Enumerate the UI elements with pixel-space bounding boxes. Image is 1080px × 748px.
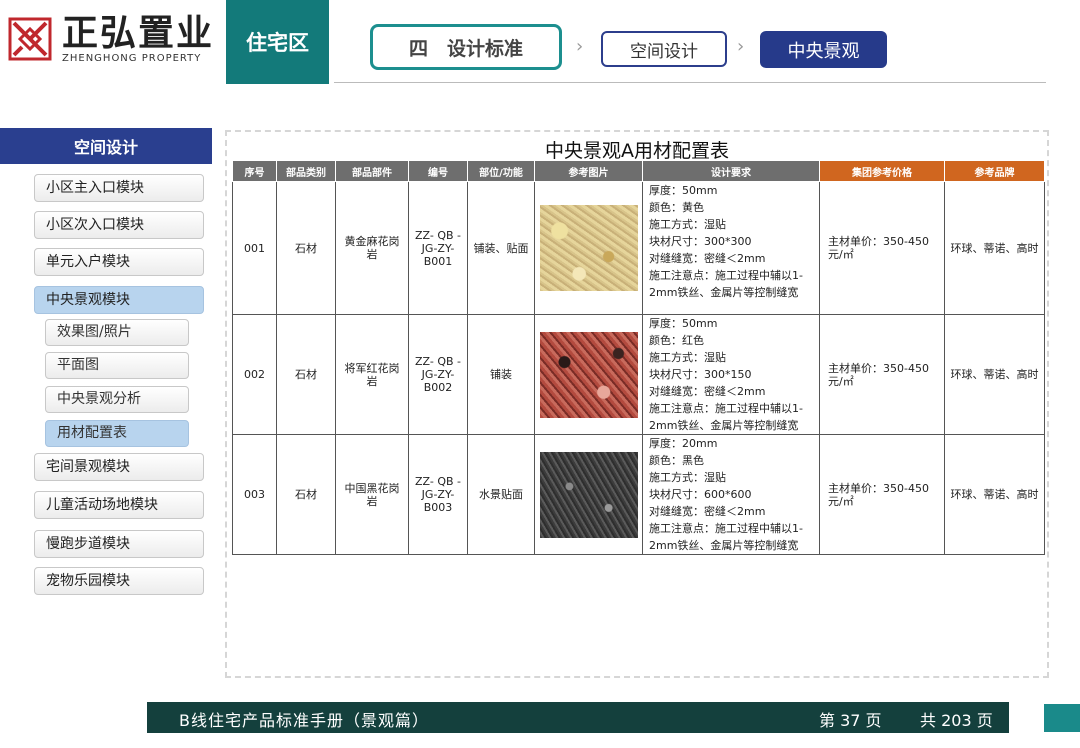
cell-brand: 环球、蒂诺、高时 <box>944 314 1045 435</box>
col-header-price: 集团参考价格 <box>819 160 945 182</box>
req-line: 施工方式：湿贴 <box>649 351 726 364</box>
cell-price: 主材单价：350-450元/㎡ <box>819 181 945 315</box>
cell-image <box>534 181 643 315</box>
cell-code: ZZ- QB -JG-ZY-B002 <box>408 314 468 435</box>
cell-image <box>534 314 643 435</box>
cell-position: 水景贴面 <box>467 434 535 555</box>
cell-no: 002 <box>232 314 277 435</box>
sidebar-title: 空间设计 <box>0 128 212 164</box>
cell-position: 铺装 <box>467 314 535 435</box>
zone-label: 住宅区 <box>246 31 309 55</box>
col-header: 设计要求 <box>642 160 820 182</box>
cell-price: 主材单价：350-450元/㎡ <box>819 434 945 555</box>
breadcrumb-section-label: 空间设计 <box>630 41 698 62</box>
footer-bar: B线住宅产品标准手册（景观篇） 第 37 页 共 203 页 <box>147 702 1009 733</box>
breadcrumb-current[interactable]: 中央景观 <box>760 31 887 68</box>
req-line: 厚度：20mm <box>649 437 718 450</box>
req-line: 颜色：黄色 <box>649 201 704 214</box>
chevron-right-icon: › <box>576 36 584 57</box>
req-line: 块材尺寸：300*150 <box>649 368 752 381</box>
col-header: 参考图片 <box>534 160 643 182</box>
sidebar-item-pet-park[interactable]: 宠物乐园模块 <box>34 567 204 595</box>
req-line: 颜色：黑色 <box>649 454 704 467</box>
sidebar-sub-renderings[interactable]: 效果图/照片 <box>45 319 189 346</box>
sidebar-item-jogging-path[interactable]: 慢跑步道模块 <box>34 530 204 558</box>
req-line: 施工注意点：施工过程中辅以1-2mm铁丝、金属片等控制缝宽 <box>649 402 803 432</box>
sidebar-item-between-buildings[interactable]: 宅间景观模块 <box>34 453 204 481</box>
sidebar-sub-analysis[interactable]: 中央景观分析 <box>45 386 189 413</box>
table-row: 002 石材 将军红花岗岩 ZZ- QB -JG-ZY-B002 铺装 厚度：5… <box>232 314 1045 435</box>
cell-requirements: 厚度：50mm 颜色：红色 施工方式：湿贴 块材尺寸：300*150 对缝缝宽：… <box>642 314 820 435</box>
cell-image <box>534 434 643 555</box>
stone-sample-image <box>539 205 638 291</box>
req-line: 施工注意点：施工过程中辅以1-2mm铁丝、金属片等控制缝宽 <box>649 522 803 552</box>
req-line: 块材尺寸：600*600 <box>649 488 752 501</box>
sidebar-sub-plan[interactable]: 平面图 <box>45 352 189 379</box>
breadcrumb-section[interactable]: 空间设计 <box>601 31 727 67</box>
footer-accent-block <box>1044 704 1080 732</box>
req-line: 颜色：红色 <box>649 334 704 347</box>
cell-category: 石材 <box>276 434 336 555</box>
req-line: 施工注意点：施工过程中辅以1-2mm铁丝、金属片等控制缝宽 <box>649 269 803 299</box>
col-header: 部位/功能 <box>467 160 535 182</box>
col-header: 部品部件 <box>335 160 409 182</box>
sidebar-item-unit-entry[interactable]: 单元入户模块 <box>34 248 204 276</box>
footer-title: B线住宅产品标准手册（景观篇） <box>179 711 429 730</box>
breadcrumb-chapter-label: 四 设计标准 <box>408 37 523 60</box>
cell-code: ZZ- QB -JG-ZY-B003 <box>408 434 468 555</box>
sidebar-item-main-entrance[interactable]: 小区主入口模块 <box>34 174 204 202</box>
table-row: 001 石材 黄金麻花岗岩 ZZ- QB -JG-ZY-B001 铺装、贴面 厚… <box>232 181 1045 315</box>
req-line: 对缝缝宽：密缝＜2mm <box>649 252 766 265</box>
table-row: 003 石材 中国黑花岗岩 ZZ- QB -JG-ZY-B003 水景贴面 厚度… <box>232 434 1045 555</box>
cell-brand: 环球、蒂诺、高时 <box>944 181 1045 315</box>
cell-price: 主材单价：350-450元/㎡ <box>819 314 945 435</box>
cell-code: ZZ- QB -JG-ZY-B001 <box>408 181 468 315</box>
brand-english: ZHENGHONG PROPERTY <box>62 53 202 64</box>
cell-category: 石材 <box>276 181 336 315</box>
req-line: 施工方式：湿贴 <box>649 471 726 484</box>
sidebar-item-central-landscape[interactable]: 中央景观模块 <box>34 286 204 314</box>
sidebar-item-children-area[interactable]: 儿童活动场地模块 <box>34 491 204 519</box>
col-header: 部品类别 <box>276 160 336 182</box>
cell-position: 铺装、贴面 <box>467 181 535 315</box>
stone-sample-image <box>539 451 638 538</box>
req-line: 厚度：50mm <box>649 317 718 330</box>
req-line: 对缝缝宽：密缝＜2mm <box>649 385 766 398</box>
sidebar-sub-material-table[interactable]: 用材配置表 <box>45 420 189 447</box>
req-line: 施工方式：湿贴 <box>649 218 726 231</box>
company-logo-icon <box>8 17 52 61</box>
cell-requirements: 厚度：50mm 颜色：黄色 施工方式：湿贴 块材尺寸：300*300 对缝缝宽：… <box>642 181 820 315</box>
cell-requirements: 厚度：20mm 颜色：黑色 施工方式：湿贴 块材尺寸：600*600 对缝缝宽：… <box>642 434 820 555</box>
stone-sample-image <box>539 331 638 418</box>
page-total: 共 203 页 <box>920 711 993 730</box>
chevron-right-icon: › <box>737 36 745 57</box>
req-line: 块材尺寸：300*300 <box>649 235 752 248</box>
sidebar-item-secondary-entrance[interactable]: 小区次入口模块 <box>34 211 204 239</box>
page-number: 第 37 页 <box>819 711 882 730</box>
table-title: 中央景观A用材配置表 <box>545 140 729 162</box>
req-line: 对缝缝宽：密缝＜2mm <box>649 505 766 518</box>
req-line: 厚度：50mm <box>649 184 718 197</box>
table-header-row: 序号 部品类别 部品部件 编号 部位/功能 参考图片 设计要求 集团参考价格 参… <box>232 160 1045 182</box>
breadcrumb-chapter[interactable]: 四 设计标准 <box>370 24 562 70</box>
cell-part: 将军红花岗岩 <box>335 314 409 435</box>
col-header: 编号 <box>408 160 468 182</box>
cell-no: 003 <box>232 434 277 555</box>
col-header: 序号 <box>232 160 277 182</box>
material-table: 序号 部品类别 部品部件 编号 部位/功能 参考图片 设计要求 集团参考价格 参… <box>232 160 1045 555</box>
zone-tab[interactable]: 住宅区 <box>226 0 329 84</box>
cell-no: 001 <box>232 181 277 315</box>
col-header-brand: 参考品牌 <box>944 160 1045 182</box>
cell-part: 中国黑花岗岩 <box>335 434 409 555</box>
header-divider <box>334 82 1046 83</box>
cell-brand: 环球、蒂诺、高时 <box>944 434 1045 555</box>
cell-category: 石材 <box>276 314 336 435</box>
brand-name: 正弘置业 <box>62 13 215 54</box>
breadcrumb-current-label: 中央景观 <box>787 40 860 62</box>
cell-part: 黄金麻花岗岩 <box>335 181 409 315</box>
